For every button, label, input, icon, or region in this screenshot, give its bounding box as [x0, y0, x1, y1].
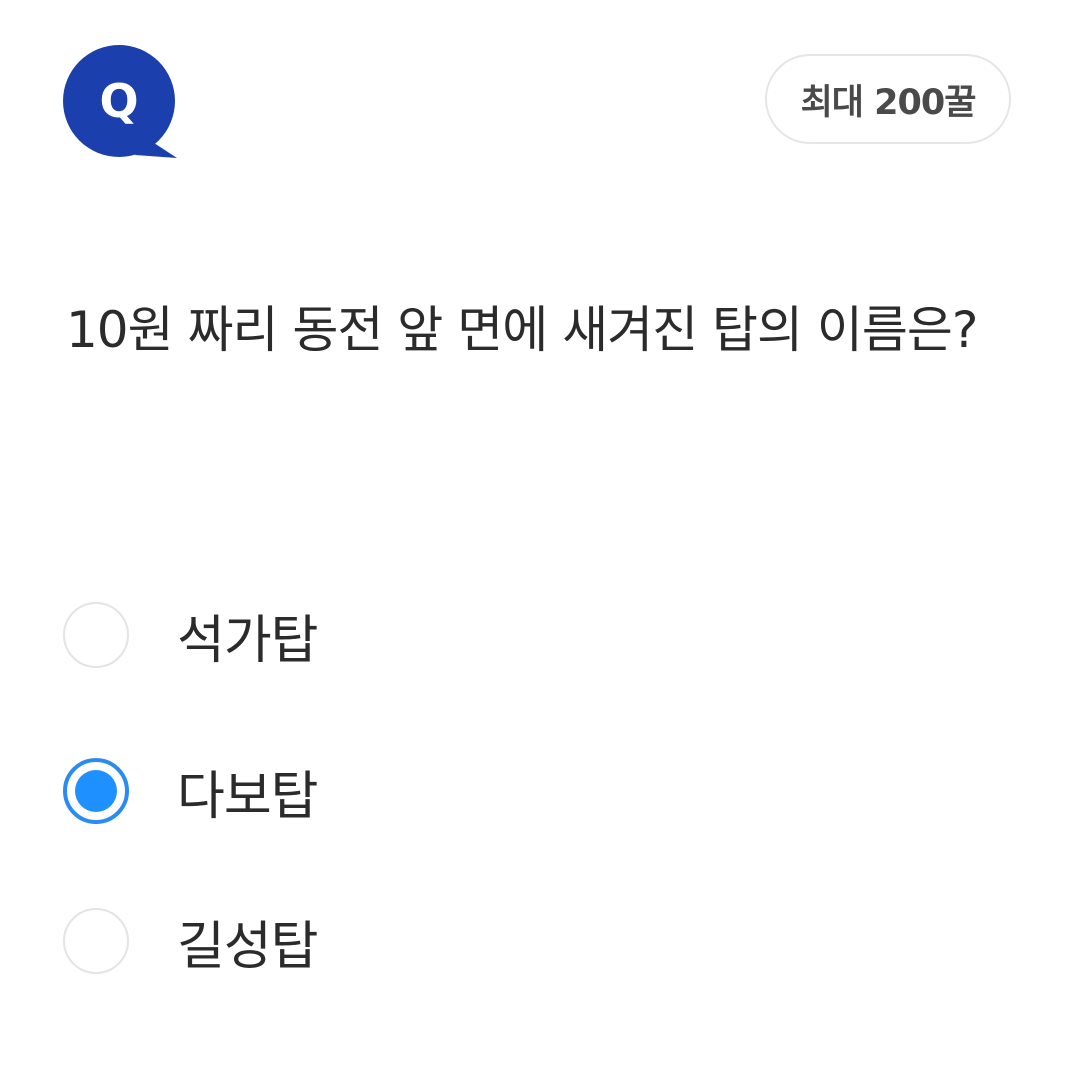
answer-option[interactable]: 길성탑: [63, 886, 963, 996]
question-badge: Q: [63, 45, 179, 159]
max-reward-badge: 최대 200꿀: [765, 54, 1011, 144]
radio-button[interactable]: [63, 908, 129, 974]
answer-option-label: 길성탑: [177, 916, 319, 977]
answer-option-label: 다보탑: [177, 766, 319, 827]
badge-letter: Q: [99, 74, 138, 128]
reward-label: 최대 200꿀: [800, 82, 977, 123]
answer-option[interactable]: 다보탑: [63, 736, 963, 846]
answer-options: 석가탑 다보탑 길성탑: [63, 580, 963, 1042]
q-speech-bubble-icon: Q: [63, 45, 177, 158]
radio-selected-dot: [75, 770, 117, 812]
question-text: 10원 짜리 동전 앞 면에 새겨진 탑의 이름은?: [66, 301, 978, 359]
answer-option-label: 석가탑: [177, 610, 319, 671]
radio-button-selected[interactable]: [63, 758, 129, 824]
radio-button[interactable]: [63, 602, 129, 668]
answer-option[interactable]: 석가탑: [63, 580, 963, 690]
